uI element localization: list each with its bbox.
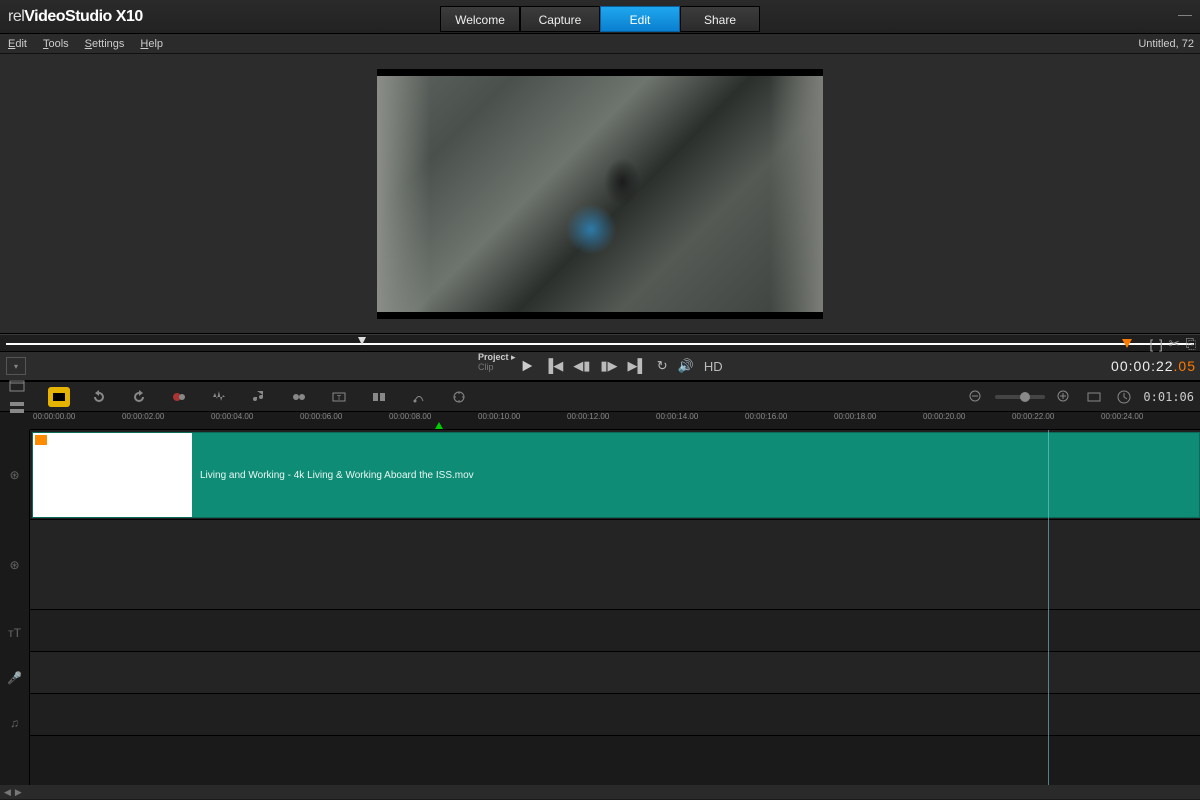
- hd-toggle[interactable]: HD: [704, 359, 723, 374]
- scroll-left-icon[interactable]: ◀: [4, 787, 11, 798]
- zoom-out-button[interactable]: [965, 387, 987, 407]
- timeline-toolbar: T 0:01:06: [0, 382, 1200, 412]
- zoom-controls: 0:01:06: [965, 387, 1194, 407]
- track-header-column: ⊛ ⊛ ᴛT 🎤 ♫: [0, 430, 30, 785]
- multicam-button[interactable]: [288, 387, 310, 407]
- menu-tools[interactable]: Tools: [43, 38, 69, 50]
- ruler-tick: 00:00:18.00: [834, 412, 876, 421]
- track-lanes[interactable]: Living and Working - 4k Living & Working…: [30, 430, 1200, 785]
- snapshot-button[interactable]: ⎘: [1186, 336, 1196, 352]
- music-track[interactable]: [30, 694, 1200, 736]
- ruler-tick: 00:00:06.00: [300, 412, 342, 421]
- preview-panel: [0, 54, 1200, 334]
- multitrim-button[interactable]: [368, 387, 390, 407]
- ruler-tick: 00:00:22.00: [1012, 412, 1054, 421]
- home-button[interactable]: ▐◀: [544, 358, 563, 374]
- redo-button[interactable]: [128, 387, 150, 407]
- playhead-line[interactable]: [1048, 430, 1049, 785]
- voice-track[interactable]: [30, 652, 1200, 694]
- preview-frame[interactable]: [377, 69, 823, 319]
- svg-text:T: T: [337, 395, 342, 402]
- clip-thumbnail: [33, 433, 192, 517]
- title-track-icon[interactable]: ᴛT: [0, 610, 29, 655]
- playback-mode-label[interactable]: Project ▸ Clip: [478, 352, 516, 372]
- split-clip-button[interactable]: ✂: [1169, 336, 1180, 352]
- scrubber-track[interactable]: [6, 343, 1194, 345]
- mark-in-button[interactable]: [: [1149, 337, 1153, 352]
- menu-edit[interactable]: Edit: [8, 38, 27, 50]
- menu-bar: Edit Tools Settings Help Untitled, 72: [0, 34, 1200, 54]
- preview-video: [377, 76, 823, 312]
- timeline-view-button[interactable]: [6, 398, 28, 418]
- playhead-marker[interactable]: [435, 422, 443, 429]
- ruler-tick: 00:00:14.00: [656, 412, 698, 421]
- transport-bar: ▾ Project ▸ Clip ▐◀ ◀▮ ▮▶ ▶▌ ↻ 🔊 HD 00:0…: [0, 352, 1200, 382]
- scroll-right-icon[interactable]: ▶: [15, 787, 22, 798]
- ruler-tick: 00:00:16.00: [745, 412, 787, 421]
- timeline-tracks: ⊛ ⊛ ᴛT 🎤 ♫ Living and Working - 4k Livin…: [0, 430, 1200, 785]
- play-button[interactable]: [520, 359, 534, 373]
- zoom-slider[interactable]: [995, 395, 1045, 399]
- clip-label: Living and Working - 4k Living & Working…: [192, 470, 474, 481]
- main-tab-bar: Welcome Capture Edit Share: [440, 6, 760, 32]
- trim-tools: [ ] ✂ ⎘: [1149, 335, 1196, 353]
- project-duration: 0:01:06: [1143, 390, 1194, 404]
- tab-share[interactable]: Share: [680, 6, 760, 32]
- ruler-tick: 00:00:08.00: [389, 412, 431, 421]
- video-track-2[interactable]: [30, 520, 1200, 610]
- storyboard-view-button[interactable]: [6, 376, 28, 396]
- zoom-in-button[interactable]: [1053, 387, 1075, 407]
- title-bar: relVideoStudio X10 Welcome Capture Edit …: [0, 0, 1200, 34]
- ruler-tick: 00:00:20.00: [923, 412, 965, 421]
- menu-help[interactable]: Help: [140, 38, 163, 50]
- timecode-display[interactable]: 00:00:22.05: [1111, 358, 1196, 375]
- undo-button[interactable]: [88, 387, 110, 407]
- video-track-2-icon[interactable]: ⊛: [0, 520, 29, 610]
- tab-welcome[interactable]: Welcome: [440, 6, 520, 32]
- video-track-1[interactable]: Living and Working - 4k Living & Working…: [30, 430, 1200, 520]
- horizontal-scrollbar[interactable]: ◀ ▶: [0, 785, 1200, 799]
- sound-mixer-button[interactable]: [208, 387, 230, 407]
- tab-capture[interactable]: Capture: [520, 6, 600, 32]
- fit-project-button[interactable]: [1083, 387, 1105, 407]
- preview-scrubber[interactable]: [ ] ✂ ⎘: [0, 334, 1200, 352]
- voice-track-icon[interactable]: 🎤: [0, 655, 29, 700]
- transport-controls: ▐◀ ◀▮ ▮▶ ▶▌ ↻ 🔊 HD: [520, 358, 723, 374]
- ruler-tick: 00:00:02.00: [122, 412, 164, 421]
- motion-track-button[interactable]: [408, 387, 430, 407]
- mark-out-button[interactable]: ]: [1159, 337, 1163, 352]
- video-clip[interactable]: Living and Working - 4k Living & Working…: [32, 432, 1200, 518]
- repeat-button[interactable]: ↻: [657, 358, 668, 374]
- timeline-ruler[interactable]: 00:00:00.00 00:00:02.00 00:00:04.00 00:0…: [30, 412, 1200, 430]
- pan-zoom-button[interactable]: [448, 387, 470, 407]
- music-track-icon[interactable]: ♫: [0, 700, 29, 745]
- menu-settings[interactable]: Settings: [85, 38, 125, 50]
- audio-icon: [35, 435, 47, 445]
- video-track-1-icon[interactable]: ⊛: [0, 430, 29, 520]
- tab-edit[interactable]: Edit: [600, 6, 680, 32]
- end-button[interactable]: ▶▌: [628, 358, 647, 374]
- project-duration-icon: [1113, 387, 1135, 407]
- record-button[interactable]: [168, 387, 190, 407]
- ruler-tick: 00:00:12.00: [567, 412, 609, 421]
- mark-out-handle[interactable]: [1122, 339, 1132, 348]
- prev-frame-button[interactable]: ◀▮: [573, 358, 590, 374]
- title-track[interactable]: [30, 610, 1200, 652]
- volume-button[interactable]: 🔊: [678, 358, 694, 374]
- ruler-tick: 00:00:10.00: [478, 412, 520, 421]
- ruler-tick: 00:00:00.00: [33, 412, 75, 421]
- mark-in-handle[interactable]: [358, 337, 366, 345]
- ruler-tick: 00:00:04.00: [211, 412, 253, 421]
- app-logo: relVideoStudio X10: [8, 8, 143, 26]
- preview-mode-dropdown[interactable]: ▾: [6, 357, 26, 375]
- auto-music-button[interactable]: [248, 387, 270, 407]
- selection-tool[interactable]: [48, 387, 70, 407]
- subtitle-button[interactable]: T: [328, 387, 350, 407]
- project-title: Untitled, 72: [1138, 38, 1194, 50]
- view-mode-group: [6, 376, 30, 418]
- minimize-button[interactable]: —: [1178, 6, 1192, 22]
- next-frame-button[interactable]: ▮▶: [600, 358, 617, 374]
- ruler-tick: 00:00:24.00: [1101, 412, 1143, 421]
